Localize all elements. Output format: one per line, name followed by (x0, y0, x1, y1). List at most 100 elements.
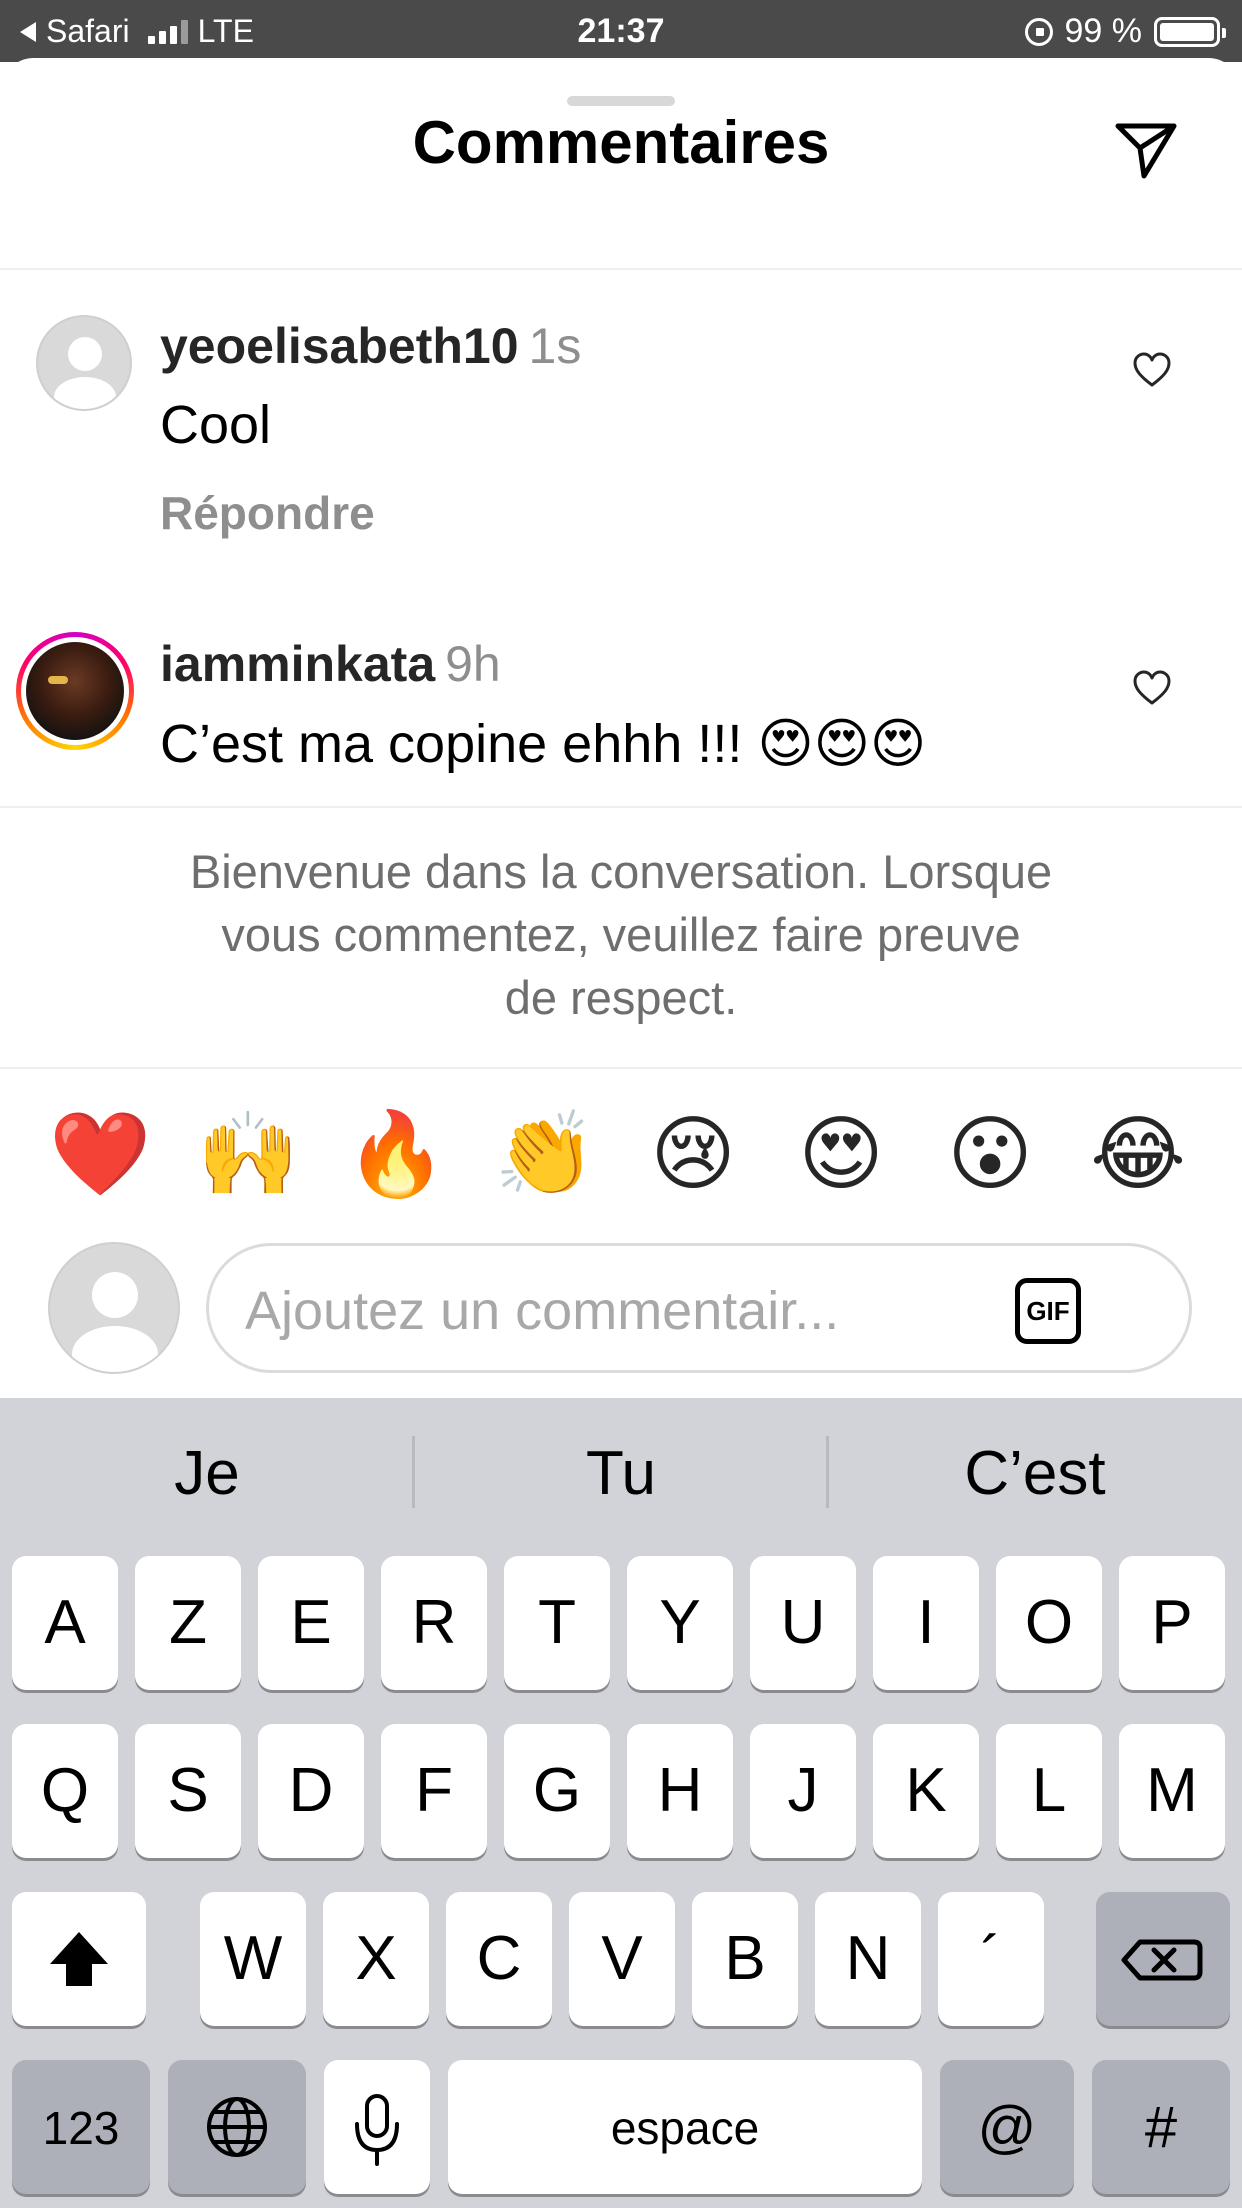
status-right: 99 % (1024, 12, 1226, 51)
key-s[interactable]: S (135, 1724, 241, 1858)
welcome-line: de respect. (504, 971, 738, 1024)
key-y[interactable]: Y (627, 1556, 733, 1690)
key-label: B (724, 1924, 766, 1993)
key-label: I (917, 1588, 935, 1657)
key-label: K (905, 1756, 947, 1825)
key-m[interactable]: M (1119, 1724, 1225, 1858)
key-r[interactable]: R (381, 1556, 487, 1690)
reaction-clapping[interactable]: 👏 (490, 1100, 600, 1210)
at-key[interactable]: @ (940, 2060, 1074, 2194)
key-j[interactable]: J (750, 1724, 856, 1858)
key-label: G (532, 1756, 582, 1825)
sheet-grabber[interactable] (567, 96, 675, 106)
reply-button[interactable]: Répondre (160, 486, 375, 540)
avatar[interactable] (36, 315, 132, 411)
suggestion[interactable]: C’est (828, 1438, 1242, 1509)
reaction-fire[interactable]: 🔥 (341, 1100, 451, 1210)
microphone-icon (355, 2094, 399, 2166)
key-label: R (411, 1588, 457, 1657)
key-z[interactable]: Z (135, 1556, 241, 1690)
rotation-lock-icon (1024, 17, 1053, 46)
key-d[interactable]: D (258, 1724, 364, 1858)
comments-divider (0, 806, 1242, 808)
suggestion[interactable]: Je (0, 1438, 414, 1509)
battery-percent: 99 % (1064, 12, 1143, 50)
send-icon[interactable] (1110, 112, 1182, 184)
key-label: D (288, 1756, 334, 1825)
page-title: Commentaires (412, 109, 830, 176)
predictive-bar: Je Tu C’est (0, 1398, 1242, 1548)
shift-key[interactable] (12, 1892, 146, 2026)
key-g[interactable]: G (504, 1724, 610, 1858)
reaction-heart-eyes[interactable]: 😍 (786, 1100, 896, 1210)
welcome-line: Bienvenue dans la conversation. Lorsque (189, 845, 1053, 898)
key-i[interactable]: I (873, 1556, 979, 1690)
my-avatar (48, 1242, 180, 1374)
key-q[interactable]: Q (12, 1724, 118, 1858)
reaction-heart[interactable]: ❤️ (45, 1100, 155, 1210)
suggestion[interactable]: Tu (414, 1438, 828, 1509)
key-a[interactable]: A (12, 1556, 118, 1690)
key-label: F (415, 1756, 453, 1825)
key-label: Q (40, 1756, 90, 1825)
space-key[interactable]: espace (448, 2060, 922, 2194)
key-v[interactable]: V (569, 1892, 675, 2026)
key-label: Y (659, 1588, 701, 1657)
numbers-key[interactable]: 123 (12, 2060, 150, 2194)
comment-text: Cool (160, 395, 272, 455)
key-o[interactable]: O (996, 1556, 1102, 1690)
avatar-photo (26, 642, 124, 740)
keyboard: Je Tu C’est A Z E R T Y U I O P Q S D F G H J K L M W X C V B N ´ 1… (0, 1398, 1242, 2208)
story-avatar[interactable] (16, 632, 134, 750)
hash-key[interactable]: # (1092, 2060, 1230, 2194)
key-label: C (476, 1924, 522, 1993)
comment-input-placeholder[interactable]: Ajoutez un commentair... (245, 1280, 839, 1342)
key-e[interactable]: E (258, 1556, 364, 1690)
key-x[interactable]: X (323, 1892, 429, 2026)
key-n[interactable]: N (815, 1892, 921, 2026)
microphone-key[interactable] (324, 2060, 430, 2194)
key-w[interactable]: W (200, 1892, 306, 2026)
username-text[interactable]: iamminkata (160, 636, 435, 692)
key-l[interactable]: L (996, 1724, 1102, 1858)
key-label: X (355, 1924, 397, 1993)
reaction-laughing[interactable]: 😂 (1083, 1100, 1193, 1210)
globe-key[interactable] (168, 2060, 306, 2194)
comment-input[interactable]: Ajoutez un commentair... GIF (206, 1243, 1192, 1373)
comment-username[interactable]: iamminkata 9h (160, 635, 501, 693)
header-divider (0, 268, 1242, 270)
backspace-icon (1121, 1939, 1203, 1981)
comment-time: 9h (445, 636, 501, 692)
delete-key[interactable] (1096, 1892, 1230, 2026)
reaction-surprised[interactable]: 😮 (935, 1100, 1045, 1210)
key-u[interactable]: U (750, 1556, 856, 1690)
key-h[interactable]: H (627, 1724, 733, 1858)
key-label: L (1031, 1756, 1067, 1825)
key-label: N (845, 1924, 891, 1993)
gif-icon[interactable]: GIF (1015, 1278, 1081, 1344)
username-text[interactable]: yeoelisabeth10 (160, 318, 519, 374)
key-label: T (538, 1588, 576, 1657)
key-label: S (167, 1756, 209, 1825)
welcome-divider (0, 1067, 1242, 1069)
key-accent[interactable]: ´ (938, 1892, 1044, 2026)
comment-username[interactable]: yeoelisabeth10 1s (160, 317, 581, 375)
key-label: M (1146, 1756, 1198, 1825)
key-label: U (780, 1588, 826, 1657)
reaction-crying[interactable]: 😢 (638, 1100, 748, 1210)
key-label: H (657, 1756, 703, 1825)
key-c[interactable]: C (446, 1892, 552, 2026)
like-heart-icon[interactable] (1132, 350, 1172, 390)
key-p[interactable]: P (1119, 1556, 1225, 1690)
like-heart-icon[interactable] (1132, 668, 1172, 708)
welcome-notice: Bienvenue dans la conversation. Lorsque … (0, 840, 1242, 1029)
key-k[interactable]: K (873, 1724, 979, 1858)
comment-composer: Ajoutez un commentair... GIF (0, 1240, 1242, 1375)
key-t[interactable]: T (504, 1556, 610, 1690)
key-label: O (1024, 1588, 1074, 1657)
key-label: A (44, 1588, 86, 1657)
key-b[interactable]: B (692, 1892, 798, 2026)
key-f[interactable]: F (381, 1724, 487, 1858)
reaction-raised-hands[interactable]: 🙌 (193, 1100, 303, 1210)
quick-reactions-bar: ❤️ 🙌 🔥 👏 😢 😍 😮 😂 (0, 1100, 1242, 1210)
